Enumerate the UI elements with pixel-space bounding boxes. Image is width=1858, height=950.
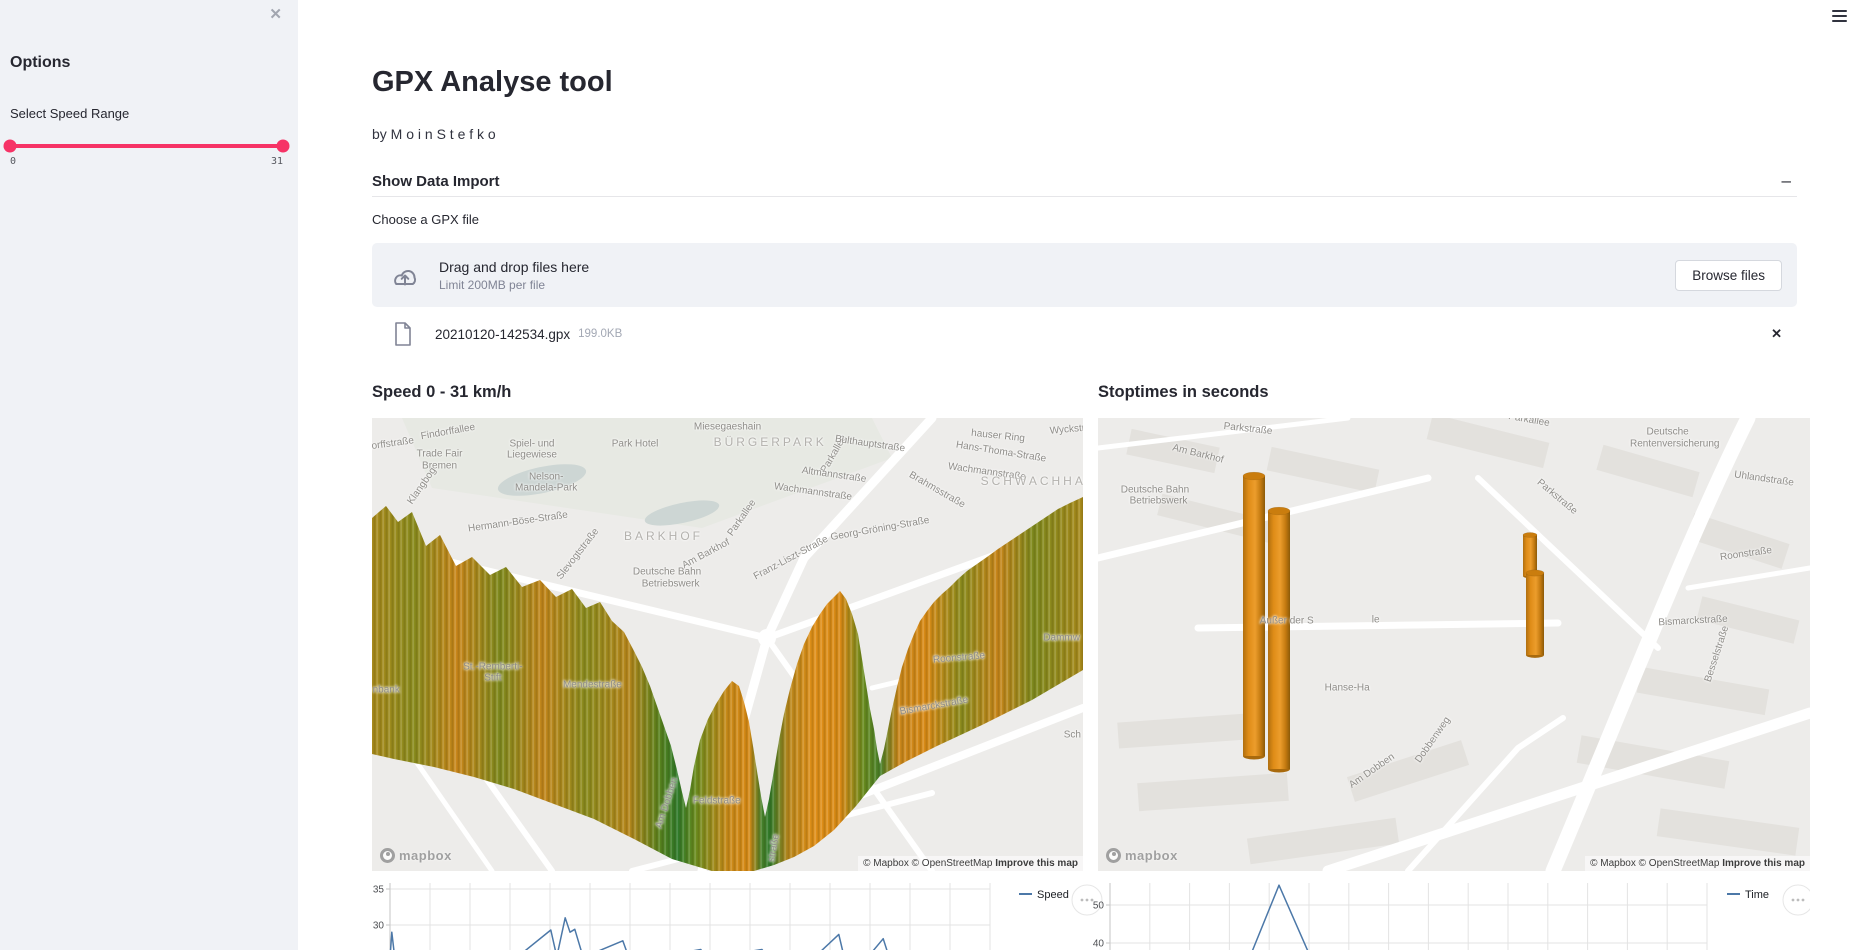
file-dropzone[interactable]: Drag and drop files here Limit 200MB per…: [372, 243, 1797, 307]
hamburger-menu-icon[interactable]: [1832, 10, 1847, 25]
speed-map[interactable]: FindorffalleedorffstraßeTrade FairBremen…: [372, 418, 1083, 871]
slider-min-value: 0: [10, 156, 16, 167]
svg-text:40: 40: [1093, 939, 1105, 950]
svg-text:50: 50: [1093, 901, 1105, 912]
mapbox-logo-icon: [380, 848, 395, 863]
dropzone-limit: Limit 200MB per file: [439, 278, 1675, 292]
expander-label: Show Data Import: [372, 173, 500, 190]
slider-thumb-min[interactable]: [4, 140, 17, 153]
browse-files-button[interactable]: Browse files: [1675, 260, 1782, 291]
mapbox-logo[interactable]: mapbox: [1106, 848, 1178, 863]
slider-track[interactable]: [10, 144, 283, 148]
mapbox-logo[interactable]: mapbox: [380, 848, 452, 863]
data-import-expander[interactable]: Show Data Import –: [372, 166, 1797, 197]
sidebar-title: Options: [10, 54, 70, 72]
speed-range-label: Select Speed Range: [10, 106, 129, 121]
sidebar: ✕ Options Select Speed Range 0 31: [0, 0, 298, 950]
remove-file-button[interactable]: ✕: [1771, 326, 1782, 342]
map-title-stoptimes: Stoptimes in seconds: [1098, 383, 1269, 402]
slider-values: 0 31: [10, 156, 283, 167]
improve-map-link[interactable]: Improve this map: [1722, 858, 1805, 869]
osm-attribution-link[interactable]: © OpenStreetMap: [1639, 858, 1720, 869]
speed-range-slider[interactable]: [10, 141, 283, 151]
mapbox-attribution-link[interactable]: © Mapbox: [1590, 858, 1636, 869]
cloud-upload-icon: [387, 258, 423, 292]
page-title: GPX Analyse tool: [372, 66, 613, 99]
map-attribution: © Mapbox © OpenStreetMap Improve this ma…: [858, 856, 1083, 871]
mapbox-attribution-link[interactable]: © Mapbox: [863, 858, 909, 869]
mapbox-logo-text: mapbox: [1125, 848, 1178, 863]
stoptimes-map[interactable]: ParkstraßeParkalleeAm BarkhofDeutsche Ba…: [1098, 418, 1810, 871]
chart-legend-label: Speed: [1037, 889, 1069, 901]
svg-text:35: 35: [373, 885, 385, 896]
slider-max-value: 31: [271, 156, 283, 167]
speed-ridge-3d: [372, 418, 1083, 871]
file-name: 20210120-142534.gpx: [435, 327, 570, 342]
charts-row: 3530Speed 5040Time: [372, 880, 1810, 950]
file-size: 199.0KB: [578, 328, 622, 340]
svg-text:30: 30: [373, 921, 385, 932]
dropzone-title: Drag and drop files here: [439, 259, 1675, 275]
byline: by M o i n S t e f k o: [372, 126, 496, 142]
main-content: GPX Analyse tool by M o i n S t e f k o …: [372, 0, 1810, 950]
slider-thumb-max[interactable]: [277, 140, 290, 153]
uploaded-file-row: 20210120-142534.gpx 199.0KB ✕: [372, 318, 1797, 350]
sidebar-close-icon[interactable]: ✕: [269, 5, 282, 23]
map-attribution: © Mapbox © OpenStreetMap Improve this ma…: [1585, 856, 1810, 871]
file-icon: [394, 322, 412, 346]
speed-line-chart: 35 30 Speed: [372, 880, 1132, 950]
uploader-label: Choose a GPX file: [372, 212, 479, 227]
chart-menu-button[interactable]: [1783, 885, 1810, 915]
dropzone-texts: Drag and drop files here Limit 200MB per…: [439, 259, 1675, 292]
mapbox-logo-icon: [1106, 848, 1121, 863]
chart-legend-label: Time: [1745, 889, 1769, 901]
map-title-speed: Speed 0 - 31 km/h: [372, 383, 511, 402]
mapbox-logo-text: mapbox: [399, 848, 452, 863]
stoptimes-cylinders: [1098, 418, 1810, 871]
collapse-minus-icon[interactable]: –: [1782, 171, 1797, 191]
improve-map-link[interactable]: Improve this map: [995, 858, 1078, 869]
time-line-chart: 5040Time: [1098, 880, 1810, 950]
osm-attribution-link[interactable]: © OpenStreetMap: [912, 858, 993, 869]
